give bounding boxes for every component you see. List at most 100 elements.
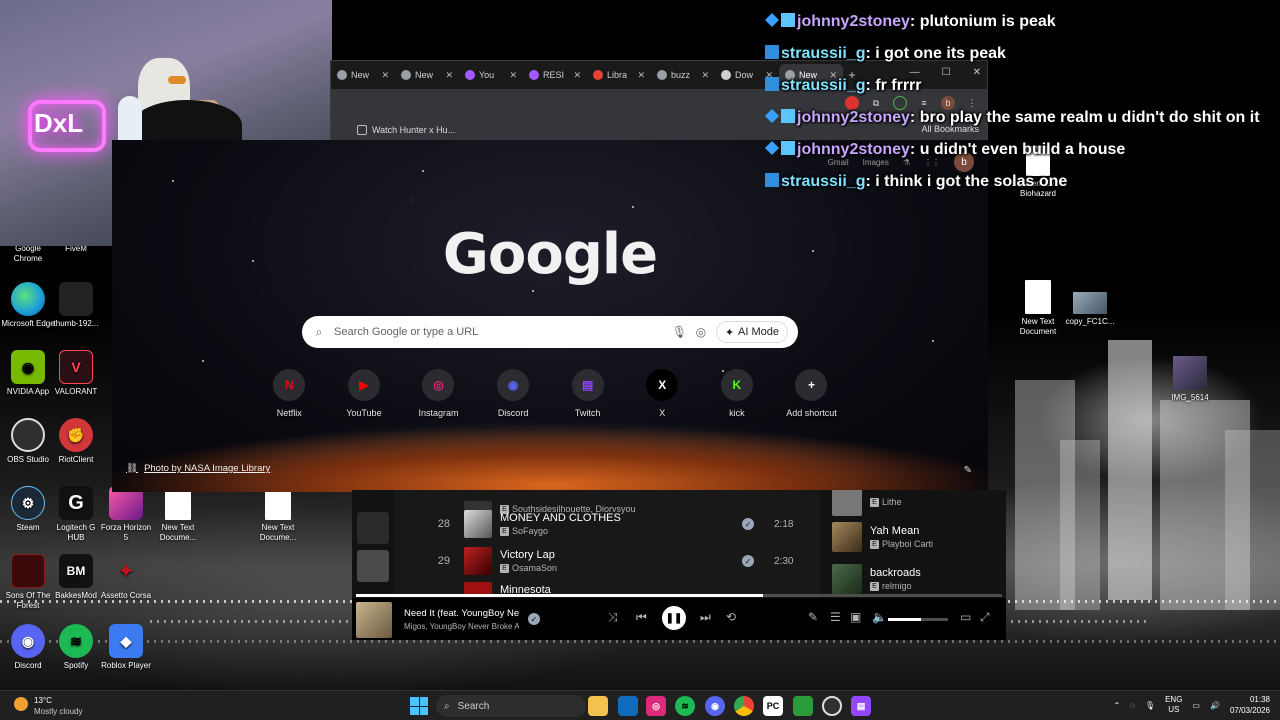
shuffle-icon[interactable]: ⤨ (608, 610, 618, 625)
playback-progress-bar[interactable] (356, 594, 1002, 597)
desktop-icon-copy-fc1c[interactable]: copy_FC1C... (1062, 292, 1118, 327)
photo-credit-link[interactable]: ⛓ Photo by NASA Image Library (126, 463, 270, 474)
shortcut-twitch[interactable]: ▤ Twitch (550, 369, 625, 418)
tray-chevron-icon[interactable]: ⌃ (1113, 701, 1120, 710)
browser-tab[interactable]: buzz ✕ (651, 64, 715, 86)
track-row[interactable]: 28 MONEY AND CLOTHES E SoFaygo ✓ 2:18 (394, 505, 820, 543)
previous-track-icon[interactable]: ⏮ (636, 610, 647, 625)
queue-icon[interactable]: ☰ (830, 610, 841, 624)
browser-tab[interactable]: New ✕ (331, 64, 395, 86)
saved-check-icon[interactable]: ✓ (742, 555, 754, 567)
browser-tab[interactable]: New ✕ (395, 64, 459, 86)
shortcut-x[interactable]: XX (625, 369, 700, 418)
search-box[interactable]: ⌕ Search Google or type a URL 🎙 ◎ ✦ AI M… (302, 316, 798, 348)
next-track-icon[interactable]: ⏭ (700, 610, 711, 625)
shortcut-youtube[interactable]: ▶ YouTube (327, 369, 402, 418)
tab-favicon-icon (401, 70, 411, 80)
shortcut-instagram[interactable]: ◎ Instagram (401, 369, 476, 418)
clock[interactable]: 01:38 07/03/2026 (1230, 694, 1270, 716)
miniplayer-icon[interactable]: ▭ (960, 610, 971, 624)
start-button[interactable] (410, 697, 428, 715)
connect-device-icon[interactable]: ▣ (850, 610, 861, 624)
pc-app-icon[interactable]: PC (763, 696, 783, 716)
shortcut-netflix[interactable]: N Netflix (252, 369, 327, 418)
file-explorer-icon[interactable] (588, 696, 608, 716)
desktop-icon-roblox[interactable]: ◆ Roblox Player (98, 624, 154, 671)
volume-slider[interactable] (888, 618, 948, 621)
pause-button[interactable]: ❚❚ (662, 606, 686, 630)
library-item[interactable] (357, 550, 389, 582)
add-shortcut-button[interactable]: + Add shortcut (774, 369, 849, 418)
chat-message: johnny2stoney: bro play the same realm u… (765, 106, 1275, 130)
tab-close-icon[interactable]: ✕ (381, 70, 389, 81)
lyrics-icon[interactable]: ✎ (808, 610, 818, 624)
microphone-icon[interactable]: 🎙 (672, 325, 687, 339)
now-playing-album-art[interactable] (356, 602, 392, 638)
display-icon[interactable]: ▭ (1192, 701, 1200, 710)
shortcut-label: Add shortcut (786, 408, 837, 418)
shortcut-discord[interactable]: ◉ Discord (476, 369, 551, 418)
tab-close-icon[interactable]: ✕ (445, 70, 453, 81)
shortcut-kick[interactable]: Kkick (700, 369, 775, 418)
discord-icon[interactable]: ◉ (705, 696, 725, 716)
twitch-icon[interactable]: ▤ (851, 696, 871, 716)
taskbar-search[interactable]: ⌕ Search (436, 695, 586, 717)
desktop-icon-spotify[interactable]: ≋ Spotify (48, 624, 104, 671)
tab-close-icon[interactable]: ✕ (573, 70, 581, 81)
weather-widget[interactable]: 13°C Mostly cloudy (14, 695, 82, 717)
tab-title: RESI (543, 70, 565, 80)
now-playing-artist[interactable]: Migos, YoungBoy Never Broke Again (404, 622, 519, 631)
track-title[interactable]: Victory Lap (500, 549, 742, 561)
queue-item[interactable]: backroads Erelmigo (832, 562, 1002, 596)
volume-icon[interactable]: 🔈 (872, 610, 887, 624)
chrome-icon[interactable] (734, 696, 754, 716)
desktop-icon-img5614[interactable]: IMG_5614 (1162, 356, 1218, 403)
track-artist-row: E SoFaygo (500, 526, 742, 536)
library-item[interactable] (357, 512, 389, 544)
desktop-icon-textdoc-3[interactable]: New Text Document (1010, 280, 1066, 337)
repeat-icon[interactable]: ⟲ (726, 610, 736, 624)
microphone-icon[interactable]: 🎙 (1145, 701, 1155, 710)
lens-camera-icon[interactable]: ◎ (694, 325, 708, 339)
saved-check-icon[interactable]: ✓ (742, 518, 754, 530)
track-artist[interactable]: SoFaygo (512, 526, 548, 536)
spotify-icon[interactable]: ≋ (675, 696, 695, 716)
desktop-icon-thumb[interactable]: thumb-192... (48, 282, 104, 329)
ai-mode-button[interactable]: ✦ AI Mode (715, 321, 788, 343)
tab-close-icon[interactable]: ✕ (509, 70, 517, 81)
browser-tab[interactable]: Libra ✕ (587, 64, 651, 86)
desktop-icon-valorant[interactable]: V VALORANT (48, 350, 104, 397)
network-icon[interactable]: ◌ (1130, 701, 1135, 710)
tab-close-icon[interactable]: ✕ (701, 70, 709, 81)
track-artist[interactable]: OsamaSon (512, 563, 557, 573)
browser-tab[interactable]: You ✕ (459, 64, 523, 86)
desktop-icon-textdoc-1[interactable]: New Text Docume... (150, 486, 206, 543)
queue-item[interactable]: Yah Mean E Playboi Carti (832, 520, 1002, 554)
obs-icon[interactable] (822, 696, 842, 716)
app-icon[interactable] (793, 696, 813, 716)
tab-title: buzz (671, 70, 691, 80)
track-row[interactable]: 29 Victory Lap E OsamaSon ✓ 2:30 (394, 542, 820, 580)
desktop-icon-riotclient[interactable]: ✊ RiotClient (48, 418, 104, 465)
search-input[interactable]: Search Google or type a URL (334, 326, 664, 338)
volume-fill (888, 618, 921, 621)
tab-close-icon[interactable]: ✕ (637, 70, 645, 81)
now-playing-title[interactable]: Need It (feat. YoungBoy Never Broke Agai… (404, 608, 519, 619)
instagram-icon[interactable]: ◎ (646, 696, 666, 716)
customize-pencil-icon[interactable]: ✎ (964, 465, 972, 476)
track-title[interactable]: MONEY AND CLOTHES (500, 512, 742, 524)
desktop-icon-bakkesmod[interactable]: BM BakkesMod (48, 554, 104, 601)
language-indicator[interactable]: ENG US (1165, 695, 1182, 715)
queue-item[interactable]: E Lithe (832, 490, 1002, 518)
desktop-icon-textdoc-2[interactable]: New Text Docume... (250, 486, 306, 543)
bookmark-item[interactable]: Watch Hunter x Hu... (357, 124, 455, 135)
speaker-icon[interactable]: 🔊 (1210, 701, 1220, 710)
desktop-icon-assetto[interactable]: ✦ Assetto Corsa (98, 554, 154, 601)
store-icon[interactable] (618, 696, 638, 716)
desktop-icon-label: Roblox Player (101, 661, 151, 670)
desktop-icon-forza[interactable]: Forza Horizon 5 (98, 486, 154, 543)
fullscreen-icon[interactable]: ⤢ (980, 610, 990, 625)
desktop-icon-ghub[interactable]: G Logitech G HUB (48, 486, 104, 543)
browser-tab[interactable]: RESI ✕ (523, 64, 587, 86)
saved-check-icon[interactable]: ✓ (528, 613, 540, 625)
